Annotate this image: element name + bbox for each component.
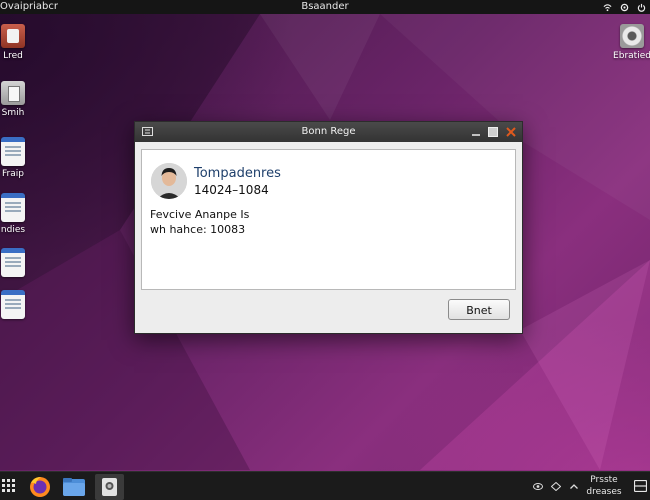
top-bar-title[interactable]: Bsaander: [0, 0, 650, 14]
document-icon: [1, 290, 25, 319]
info-line-2: wh hahce: 10083: [150, 223, 246, 236]
info-line-1: Fevcive Ananpe Is: [150, 208, 250, 221]
dialog-titlebar[interactable]: Bonn Rege: [135, 122, 522, 142]
disk-icon: [620, 24, 644, 48]
desktop-icon-document-5[interactable]: [0, 248, 38, 280]
desktop-icon-label: ndies: [0, 225, 26, 235]
dialog-content: Tompadenres 14024–1084 Fevcive Ananpe Is…: [141, 149, 516, 290]
desktop-icon-label: Ebratied: [613, 51, 650, 61]
screenshot-icon: [102, 478, 117, 496]
desktop-icon-fraip[interactable]: Fraip: [0, 137, 38, 179]
dialog-title: Bonn Rege: [301, 126, 356, 137]
taskbar-clock-line-2: dreases: [586, 487, 622, 497]
desktop-icon-smih[interactable]: Smih: [0, 81, 38, 118]
taskbar-clock-line-1: Prsste: [590, 475, 618, 485]
contact-name: Tompadenres: [194, 166, 281, 181]
chevron-up-icon[interactable]: [569, 482, 579, 491]
desktop-icon-document-6[interactable]: [0, 290, 38, 322]
network-icon[interactable]: [551, 482, 561, 491]
toolbox-icon: [1, 24, 25, 48]
settings-icon[interactable]: [620, 3, 629, 12]
document-icon: [1, 193, 25, 222]
app-grid-icon[interactable]: [2, 479, 16, 493]
close-icon[interactable]: [505, 126, 517, 138]
document-icon: [1, 137, 25, 166]
desktop-icon-ndies[interactable]: ndies: [0, 193, 38, 235]
desktop-icon-label: Fraip: [2, 169, 24, 179]
ok-button[interactable]: Bnet: [448, 299, 510, 320]
taskbar-item-active[interactable]: [95, 474, 124, 500]
person-avatar-icon: [151, 163, 187, 199]
clipboard-icon: [1, 81, 25, 105]
contact-dialog: Bonn Rege Tompadenres 14024–1084 Fevcive…: [134, 121, 523, 334]
desktop-icon-label: Smih: [1, 108, 25, 118]
taskbar-clock[interactable]: Prsste dreases: [583, 474, 625, 498]
notifications-icon[interactable]: [634, 480, 647, 492]
system-tray[interactable]: [603, 0, 646, 14]
maximize-icon[interactable]: [487, 126, 499, 138]
top-bar: Ovaipriabcr Bsaander: [0, 0, 650, 14]
files-icon[interactable]: [62, 475, 86, 498]
contact-number: 14024–1084: [194, 183, 269, 197]
document-icon: [1, 248, 25, 277]
power-icon[interactable]: [637, 3, 646, 12]
desktop-icon-label: Lred: [3, 51, 23, 61]
desktop-icon-lred[interactable]: Lred: [0, 24, 38, 61]
eye-icon[interactable]: [533, 482, 543, 491]
desktop-icon-ebratied[interactable]: Ebratied: [607, 24, 650, 61]
minimize-icon[interactable]: [470, 126, 482, 138]
avatar: [151, 163, 187, 199]
taskbar: Prsste dreases: [0, 471, 650, 500]
firefox-icon[interactable]: [28, 475, 52, 498]
wifi-icon[interactable]: [603, 3, 612, 12]
